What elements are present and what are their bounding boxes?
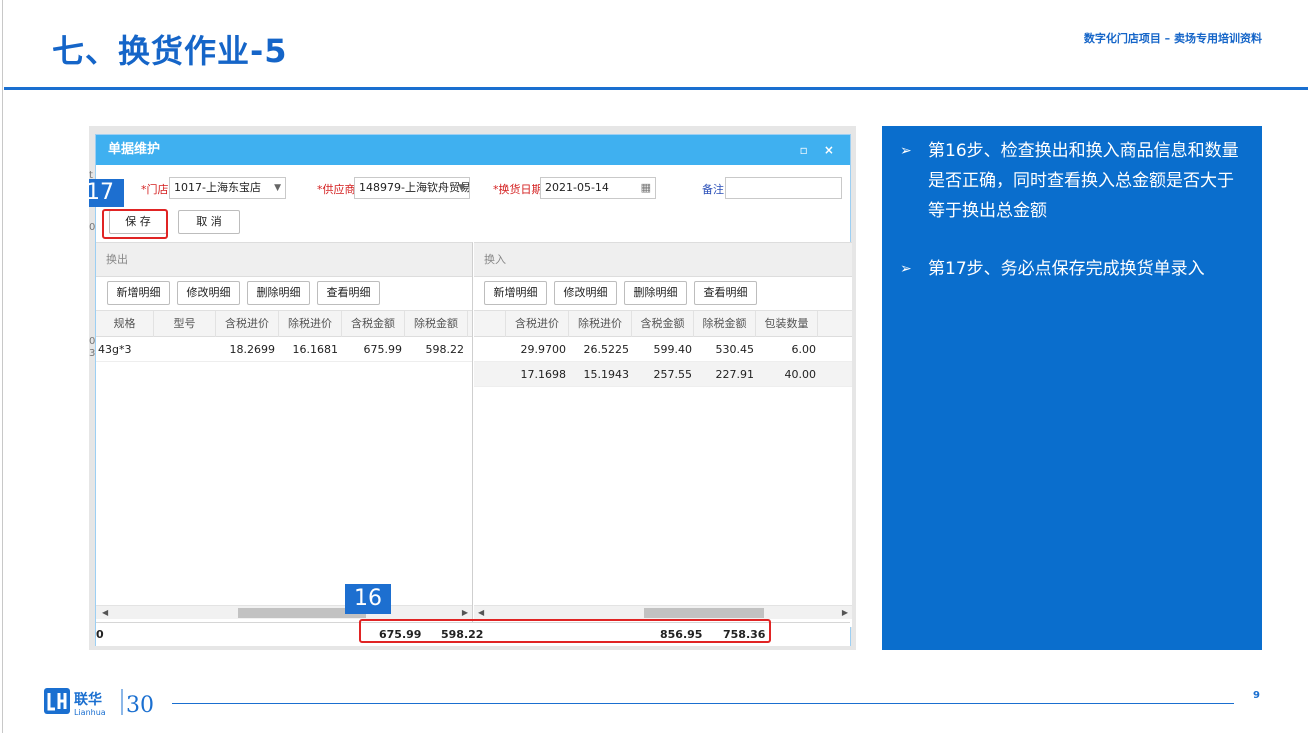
edit-detail-button[interactable]: 修改明细 bbox=[177, 281, 240, 305]
step-16-tag: 16 bbox=[345, 584, 391, 614]
logo-brand: 联华 bbox=[74, 691, 102, 708]
column-header[interactable]: 除税金额 bbox=[405, 311, 468, 337]
title-divider bbox=[4, 87, 1308, 90]
footer-divider bbox=[172, 703, 1234, 704]
page-number: 9 bbox=[1253, 690, 1260, 701]
cell-notax-price: 26.5225 bbox=[583, 343, 630, 356]
horizontal-scrollbar[interactable]: ◀ ▶ bbox=[96, 605, 472, 619]
column-header[interactable]: 除税进价 bbox=[569, 311, 632, 337]
scroll-right-icon[interactable]: ▶ bbox=[842, 606, 848, 620]
store-label: *门店: bbox=[141, 183, 173, 196]
scroll-right-icon[interactable]: ▶ bbox=[462, 606, 468, 620]
instruction-text: 第16步、检查换出和换入商品信息和数量是否正确，同时查看换入总金额是否大于等于换… bbox=[928, 141, 1239, 221]
dialog-titlebar: 单据维护 ▫ × bbox=[96, 135, 850, 165]
scroll-thumb[interactable] bbox=[644, 608, 764, 618]
column-header[interactable]: 含税进价 bbox=[506, 311, 569, 337]
calendar-icon[interactable]: ▦ bbox=[641, 178, 651, 198]
exchange-date-input[interactable]: 2021-05-14 ▦ bbox=[540, 177, 656, 199]
slide-title: 七、换货作业-5 bbox=[52, 32, 288, 70]
supplier-value: 148979-上海钦舟贸易 bbox=[359, 181, 470, 194]
lianhua-logo: 联华 Lianhua 30 bbox=[44, 686, 168, 718]
cell-pack-qty: 40.00 bbox=[784, 368, 817, 381]
cell-tax-in-price: 29.9700 bbox=[520, 343, 567, 356]
arrow-bullet-icon: ➢ bbox=[900, 261, 912, 277]
exchange-in-header: 换入 bbox=[474, 243, 852, 277]
table-row[interactable]: 29.9700 26.5225 599.40 530.45 6.00 bbox=[474, 337, 852, 362]
cancel-button[interactable]: 取 消 bbox=[178, 210, 240, 234]
cell-notax-amount: 530.45 bbox=[715, 343, 755, 356]
cell-tax-in-price: 17.1698 bbox=[520, 368, 567, 381]
cell-tax-in-price: 18.2699 bbox=[229, 343, 276, 356]
store-value: 1017-上海东宝店 bbox=[174, 181, 261, 194]
cell-tax-amount: 599.40 bbox=[653, 343, 693, 356]
logo-brand-en: Lianhua bbox=[74, 708, 106, 717]
instruction-text: 第17步、务必点保存完成换货单录入 bbox=[928, 259, 1205, 279]
column-header[interactable]: 规格 bbox=[96, 311, 154, 337]
cell-spec: 43g*3 bbox=[98, 343, 132, 356]
app-screenshot: t 0. 0. 3. 单据维护 ▫ × *门店: 1017-上海东宝店 ▼ *供… bbox=[89, 126, 856, 650]
exchange-in-grid-header: 含税进价 除税进价 含税金额 除税金额 包装数量 bbox=[474, 311, 852, 337]
column-header[interactable]: 含税金额 bbox=[342, 311, 405, 337]
delete-detail-button[interactable]: 删除明细 bbox=[624, 281, 687, 305]
horizontal-scrollbar[interactable]: ◀ ▶ bbox=[474, 605, 852, 619]
supplier-label: *供应商: bbox=[317, 183, 360, 196]
cell-notax-price: 16.1681 bbox=[292, 343, 339, 356]
arrow-bullet-icon: ➢ bbox=[900, 143, 912, 159]
cell-tax-amount: 257.55 bbox=[653, 368, 693, 381]
dialog-title: 单据维护 bbox=[108, 142, 161, 157]
exchange-out-grid-header: 规格 型号 含税进价 除税进价 含税金额 除税金额 bbox=[96, 311, 472, 337]
cell-tax-amount: 675.99 bbox=[363, 343, 403, 356]
save-highlight-box bbox=[102, 209, 168, 239]
step-17-tag: 17 bbox=[89, 179, 124, 207]
add-detail-button[interactable]: 新增明细 bbox=[484, 281, 547, 305]
table-row[interactable]: 43g*3 18.2699 16.1681 675.99 598.22 bbox=[96, 337, 472, 362]
slide-subtitle: 数字化门店项目 – 卖场专用培训资料 bbox=[1083, 32, 1262, 45]
view-detail-button[interactable]: 查看明细 bbox=[694, 281, 757, 305]
totals-highlight-box bbox=[359, 619, 771, 643]
cell-pack-qty: 6.00 bbox=[791, 343, 817, 356]
column-header[interactable]: 型号 bbox=[154, 311, 216, 337]
cell-notax-amount: 227.91 bbox=[715, 368, 755, 381]
column-header[interactable]: 除税进价 bbox=[279, 311, 342, 337]
exchange-date-label: *换货日期: bbox=[493, 183, 547, 196]
table-row[interactable]: 17.1698 15.1943 257.55 227.91 40.00 bbox=[474, 362, 852, 387]
exchange-in-pane: 换入 新增明细 修改明细 删除明细 查看明细 含税进价 除税进价 含税金额 除税… bbox=[474, 242, 852, 627]
remark-input[interactable] bbox=[725, 177, 842, 199]
cell-notax-amount: 598.22 bbox=[425, 343, 465, 356]
column-header[interactable]: 包装数量 bbox=[756, 311, 818, 337]
instruction-panel: ➢ 第16步、检查换出和换入商品信息和数量是否正确，同时查看换入总金额是否大于等… bbox=[882, 126, 1262, 650]
column-header[interactable]: 含税进价 bbox=[216, 311, 279, 337]
chevron-down-icon: ▼ bbox=[274, 183, 281, 193]
document-maintenance-dialog: 单据维护 ▫ × *门店: 1017-上海东宝店 ▼ *供应商: 148979-… bbox=[95, 134, 852, 646]
window-controls[interactable]: ▫ × bbox=[800, 135, 840, 165]
add-detail-button[interactable]: 新增明细 bbox=[107, 281, 170, 305]
edit-detail-button[interactable]: 修改明细 bbox=[554, 281, 617, 305]
logo-anniversary: 30 bbox=[126, 693, 154, 718]
slide-left-edge bbox=[2, 0, 3, 733]
header-form: *门店: 1017-上海东宝店 ▼ *供应商: 148979-上海钦舟贸易 ▼ … bbox=[96, 177, 850, 199]
cell-notax-price: 15.1943 bbox=[583, 368, 630, 381]
exchange-in-toolbar: 新增明细 修改明细 删除明细 查看明细 bbox=[474, 277, 852, 311]
scroll-left-icon[interactable]: ◀ bbox=[102, 606, 108, 620]
delete-detail-button[interactable]: 删除明细 bbox=[247, 281, 310, 305]
exchange-out-toolbar: 新增明细 修改明细 删除明细 查看明细 bbox=[96, 277, 472, 311]
scroll-left-icon[interactable]: ◀ bbox=[478, 606, 484, 620]
store-select[interactable]: 1017-上海东宝店 ▼ bbox=[169, 177, 286, 199]
column-header[interactable]: 除税金额 bbox=[694, 311, 756, 337]
exchange-date-value: 2021-05-14 bbox=[545, 181, 609, 194]
column-header-clipped[interactable] bbox=[474, 311, 506, 337]
column-header[interactable]: 含税金额 bbox=[632, 311, 694, 337]
chevron-down-icon: ▼ bbox=[458, 183, 465, 193]
supplier-select[interactable]: 148979-上海钦舟贸易 ▼ bbox=[354, 177, 470, 199]
exchange-out-pane: 换出 新增明细 修改明细 删除明细 查看明细 规格 型号 含税进价 除税进价 含… bbox=[96, 242, 473, 627]
view-detail-button[interactable]: 查看明细 bbox=[317, 281, 380, 305]
totals-lead: 0 bbox=[96, 628, 104, 641]
exchange-out-header: 换出 bbox=[96, 243, 472, 277]
remark-label: 备注: bbox=[702, 183, 728, 196]
